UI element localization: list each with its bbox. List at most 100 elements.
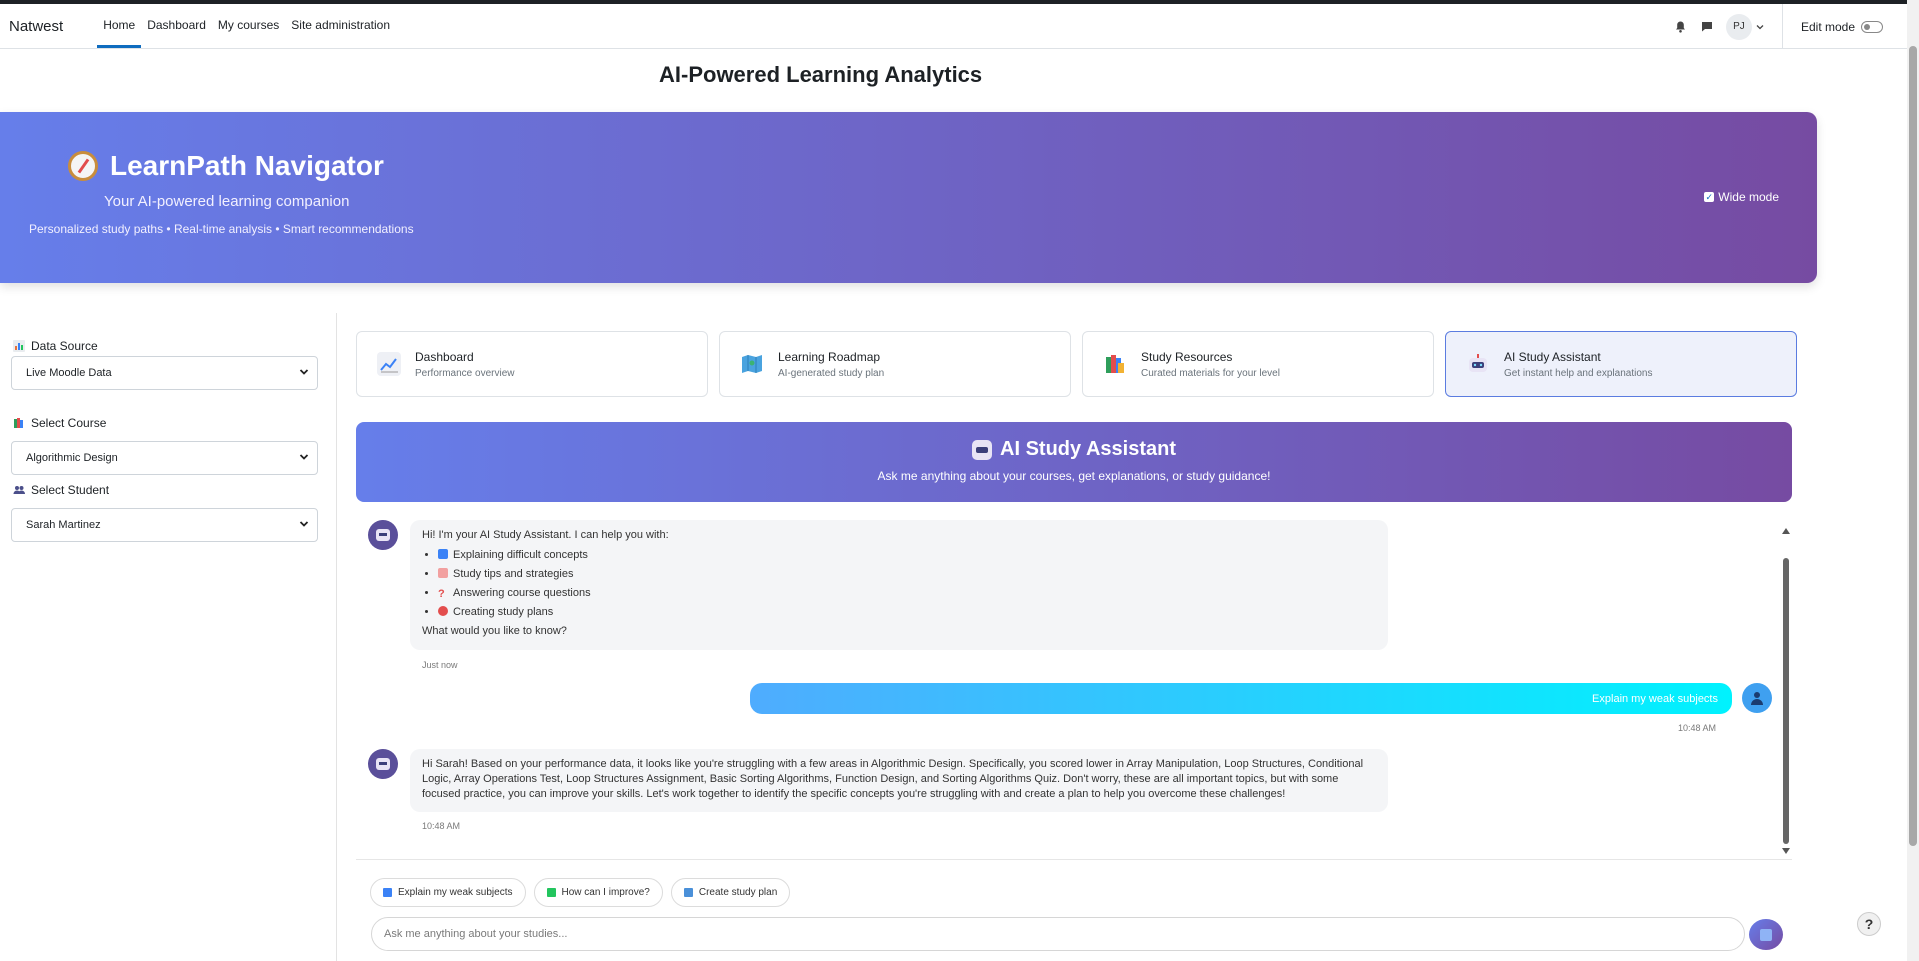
tab-title: Learning Roadmap <box>778 349 881 364</box>
message-timestamp: Just now <box>422 660 458 670</box>
assistant-avatar <box>368 520 398 550</box>
user-message: Explain my weak subjects <box>750 683 1732 714</box>
checkbox-checked-icon: ✓ <box>1704 192 1715 202</box>
tab-ai-study-assistant[interactable]: AI Study Assistant Get instant help and e… <box>1445 331 1797 397</box>
quick-action-create-study-plan[interactable]: Create study plan <box>670 878 791 907</box>
quick-action-explain-weak-subjects[interactable]: Explain my weak subjects <box>370 878 526 907</box>
quick-action-how-can-i-improve[interactable]: How can I improve? <box>533 878 663 907</box>
banner-title-row: AI Study Assistant <box>356 438 1792 461</box>
nav-home[interactable]: Home <box>97 4 142 48</box>
user-icon <box>1751 691 1763 705</box>
message-timestamp: 10:48 AM <box>1678 723 1717 733</box>
data-source-select[interactable]: Live Moodle Data <box>11 356 318 390</box>
site-brand[interactable]: Natwest <box>9 18 63 35</box>
calendar-icon <box>683 888 693 897</box>
tab-study-resources[interactable]: Study Resources Curated materials for you… <box>1082 331 1434 397</box>
wide-mode-label: Wide mode <box>1718 190 1779 204</box>
user-menu-toggle[interactable]: PJ <box>1725 13 1764 40</box>
wide-mode-checkbox[interactable]: ✓ Wide mode <box>1704 190 1779 204</box>
student-value: Sarah Martinez <box>26 519 101 531</box>
bar-chart-icon <box>383 888 392 897</box>
sidebar: Data Source Live Moodle Data Select Cour… <box>0 313 337 961</box>
books-icon <box>14 418 23 428</box>
primary-nav: Home Dashboard My courses Site administr… <box>97 4 396 48</box>
list-item-text: Study tips and strategies <box>453 568 574 580</box>
list-item-text: Creating study plans <box>453 606 554 618</box>
chevron-down-icon <box>1756 24 1764 29</box>
chat-input[interactable]: Ask me anything about your studies... <box>371 917 1745 951</box>
assistant-message: Hi Sarah! Based on your performance data… <box>410 749 1388 812</box>
tab-learning-roadmap[interactable]: Learning Roadmap AI-generated study plan <box>719 331 1071 397</box>
data-source-value: Live Moodle Data <box>26 367 112 379</box>
tab-dashboard[interactable]: Dashboard Performance overview <box>356 331 708 397</box>
tab-title: Study Resources <box>1141 349 1233 364</box>
tab-description: Performance overview <box>415 367 515 379</box>
question-icon: ? <box>438 588 445 600</box>
quick-actions: Explain my weak subjects How can I impro… <box>370 878 791 907</box>
message-text: Hi Sarah! Based on your performance data… <box>422 758 1364 800</box>
data-source-label: Data Source <box>31 339 98 353</box>
page-title: AI-Powered Learning Analytics <box>659 62 983 87</box>
assistant-banner: AI Study Assistant Ask me anything about… <box>356 422 1792 502</box>
assistant-avatar <box>368 749 398 779</box>
hero-title-row: LearnPath Navigator <box>68 150 384 182</box>
edit-mode-label: Edit mode <box>1800 19 1855 34</box>
hero-title: LearnPath Navigator <box>110 150 384 181</box>
chat-scrollbar[interactable] <box>1780 520 1792 859</box>
main-content: Dashboard Performance overview Learning R… <box>338 313 1810 961</box>
tab-description: AI-generated study plan <box>778 367 885 379</box>
edit-mode-toggle[interactable] <box>1861 20 1883 33</box>
user-menu-area: PJ Edit mode <box>1674 4 1883 49</box>
tab-description: Curated materials for your level <box>1141 367 1280 379</box>
list-item: Study tips and strategies <box>438 567 1376 582</box>
chip-label: Explain my weak subjects <box>398 887 513 898</box>
map-icon <box>740 352 764 376</box>
tab-title: Dashboard <box>415 349 474 364</box>
scroll-up-arrow-icon[interactable] <box>1782 528 1790 534</box>
divider <box>1781 4 1783 49</box>
tab-title: AI Study Assistant <box>1504 349 1601 364</box>
chat-messages[interactable]: Hi! I'm your AI Study Assistant. I can h… <box>356 520 1792 860</box>
student-label: Select Student <box>31 483 110 497</box>
message-icon[interactable] <box>1700 20 1714 34</box>
list-item-text: Answering course questions <box>453 587 591 599</box>
chevron-down-icon <box>299 521 309 527</box>
nav-dashboard[interactable]: Dashboard <box>141 4 212 48</box>
robot-icon <box>1466 352 1490 376</box>
student-select[interactable]: Sarah Martinez <box>11 508 318 542</box>
help-list: Explaining difficult concepts Study tips… <box>438 548 1376 620</box>
list-item: Creating study plans <box>438 605 1376 620</box>
chart-icon <box>377 352 401 376</box>
send-button[interactable] <box>1749 919 1783 950</box>
help-button[interactable]: ? <box>1857 912 1881 936</box>
target-icon <box>438 606 448 616</box>
page-scrollbar[interactable] <box>1907 0 1919 961</box>
data-source-label-row: Data Source <box>13 339 98 353</box>
course-label: Select Course <box>31 416 107 430</box>
assistant-message: Hi! I'm your AI Study Assistant. I can h… <box>410 520 1388 650</box>
avatar: PJ <box>1725 13 1752 40</box>
scroll-down-arrow-icon[interactable] <box>1782 848 1790 854</box>
course-select[interactable]: Algorithmic Design <box>11 441 318 475</box>
nav-my-courses[interactable]: My courses <box>212 4 285 48</box>
chevron-down-icon <box>299 369 309 375</box>
nav-site-administration[interactable]: Site administration <box>285 4 396 48</box>
chip-label: How can I improve? <box>561 887 650 898</box>
trend-up-icon <box>546 888 556 897</box>
list-item: ? Answering course questions <box>438 586 1376 601</box>
message-text: What would you like to know? <box>422 625 567 637</box>
list-item-text: Explaining difficult concepts <box>453 549 588 561</box>
course-label-row: Select Course <box>13 416 106 430</box>
bar-chart-icon <box>13 340 25 352</box>
message-text: Hi! I'm your AI Study Assistant. I can h… <box>422 529 669 541</box>
robot-icon <box>376 529 390 541</box>
books-icon <box>1103 352 1127 376</box>
bell-icon[interactable] <box>1674 20 1688 34</box>
message-timestamp: 10:48 AM <box>422 821 461 831</box>
users-icon <box>13 486 25 494</box>
feature-tabs: Dashboard Performance overview Learning R… <box>356 331 1797 397</box>
course-value: Algorithmic Design <box>26 452 118 464</box>
tab-description: Get instant help and explanations <box>1504 367 1653 379</box>
scrollbar-thumb[interactable] <box>1783 558 1789 844</box>
student-label-row: Select Student <box>13 483 109 497</box>
